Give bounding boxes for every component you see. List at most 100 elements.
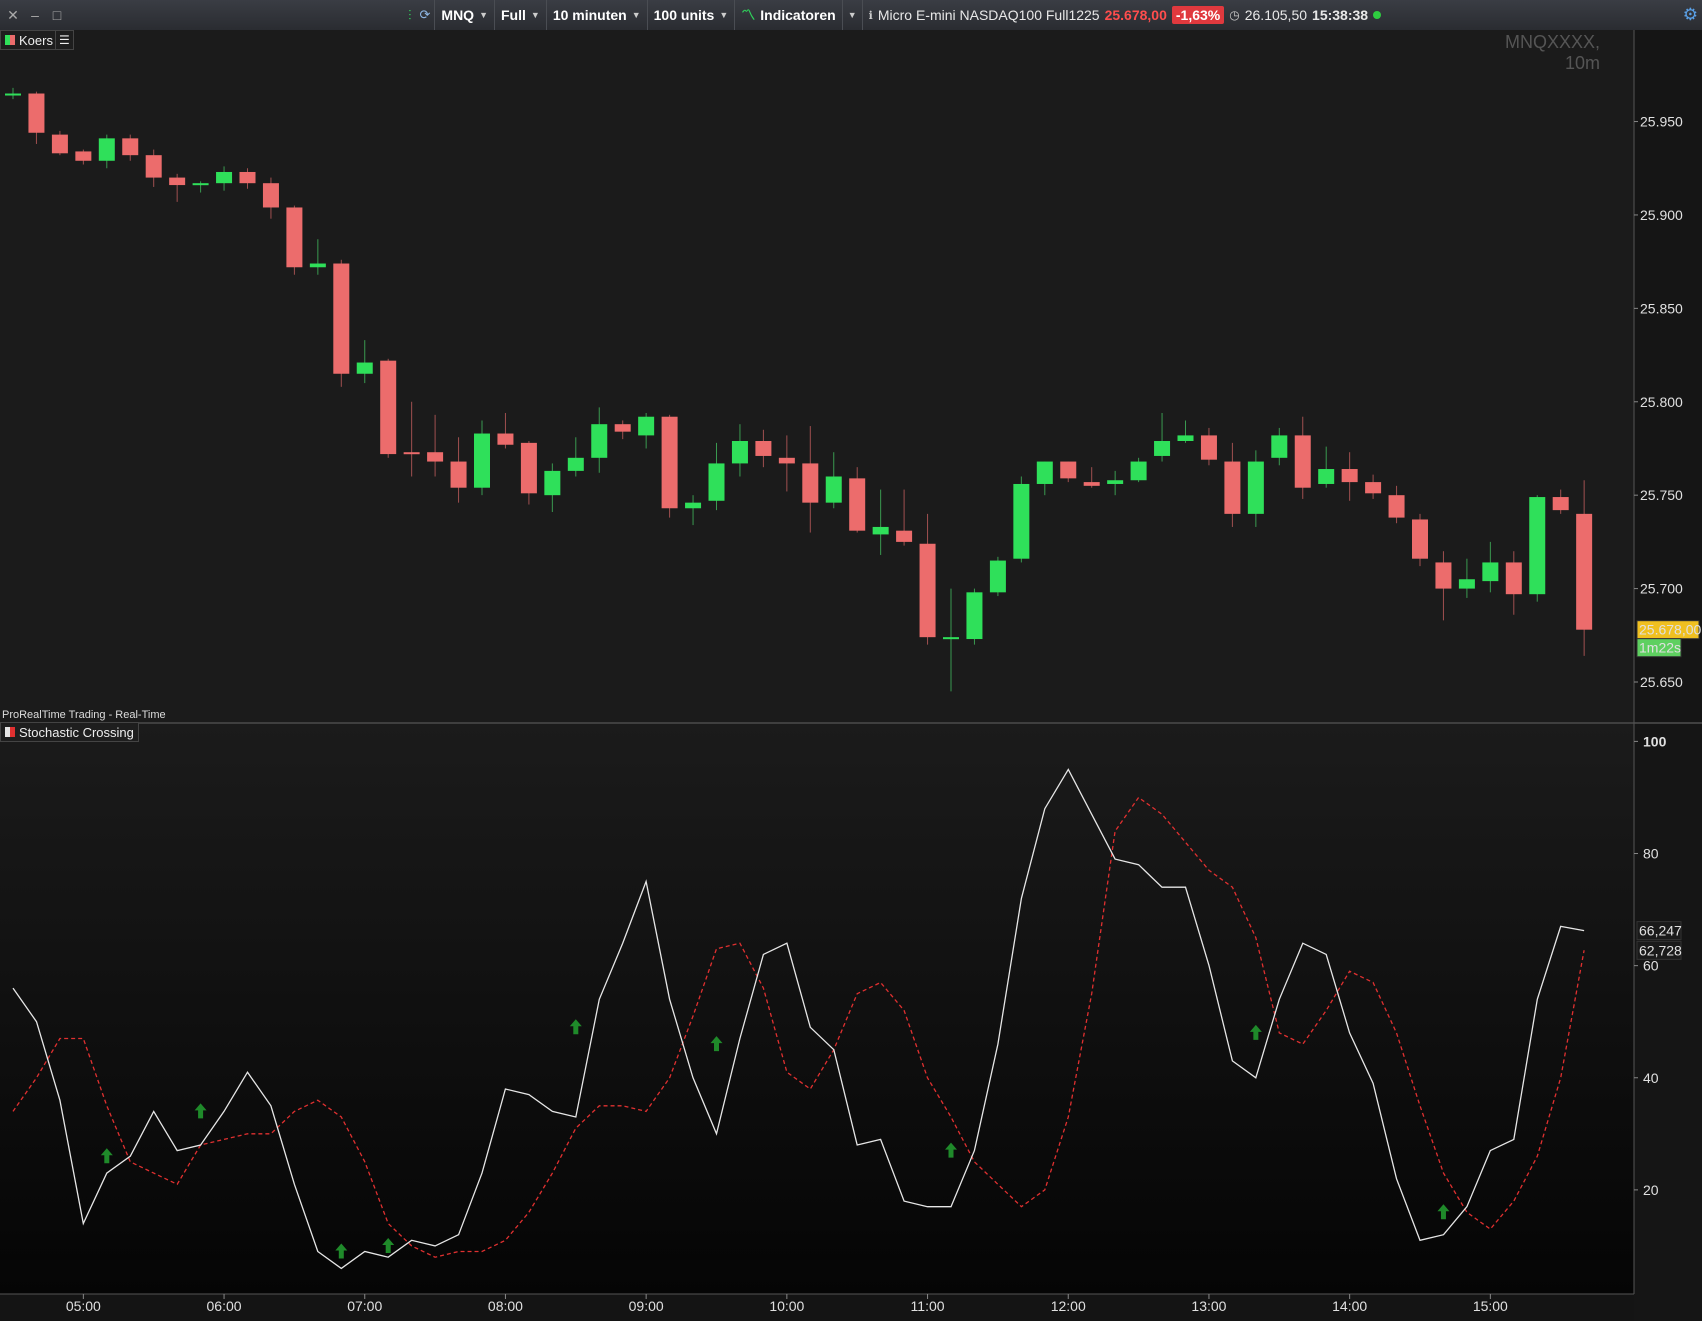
- candle: [1130, 461, 1147, 481]
- candle: [1576, 513, 1593, 630]
- candle: [1388, 495, 1405, 518]
- candle: [1154, 441, 1171, 456]
- candle: [1294, 435, 1311, 488]
- candle: [1482, 562, 1499, 582]
- candle: [755, 441, 772, 456]
- candle: [286, 207, 303, 268]
- candle: [239, 171, 256, 184]
- candle: [333, 263, 350, 374]
- time-axis-label: 09:00: [629, 1298, 664, 1314]
- candle: [380, 360, 397, 455]
- candle: [216, 171, 233, 184]
- candle: [1036, 461, 1053, 484]
- oscillator-pane-label[interactable]: Stochastic Crossing: [0, 722, 139, 742]
- candle: [1200, 435, 1217, 460]
- candle: [825, 476, 842, 503]
- candle: [849, 478, 866, 531]
- oscillator-axis-label: 20: [1643, 1182, 1659, 1198]
- candle: [1271, 435, 1288, 458]
- candle: [169, 177, 186, 186]
- candle: [943, 637, 959, 640]
- candle: [778, 457, 795, 464]
- candle: [403, 452, 420, 455]
- price-axis-label: 25.800: [1640, 394, 1683, 410]
- candle: [427, 452, 444, 462]
- candle: [1318, 469, 1335, 484]
- candle: [1505, 562, 1522, 595]
- candle: [98, 138, 115, 161]
- oscillator-axis-label: 60: [1643, 958, 1659, 974]
- candle: [51, 134, 68, 154]
- candle: [1224, 461, 1241, 514]
- candle: [122, 138, 139, 156]
- price-pane-title: Koers: [19, 32, 53, 48]
- candle: [708, 463, 725, 501]
- symbol-watermark: MNQXXXX, 10m: [1504, 32, 1600, 73]
- candle: [1013, 483, 1030, 559]
- price-axis-label: 25.750: [1640, 487, 1683, 503]
- candle: [1107, 480, 1124, 484]
- candle: [1458, 579, 1475, 589]
- price-axis-label: 25.650: [1640, 674, 1683, 690]
- price-axis-label: 25.900: [1640, 207, 1683, 223]
- oscillator-axis-label: 80: [1643, 846, 1659, 862]
- candle: [919, 543, 936, 638]
- price-axis-label: 25.700: [1640, 581, 1683, 597]
- candle: [1435, 562, 1452, 589]
- candle: [1341, 469, 1358, 483]
- candle: [145, 155, 162, 178]
- candle: [731, 441, 748, 464]
- time-axis-label: 07:00: [347, 1298, 382, 1314]
- time-axis-label: 15:00: [1473, 1298, 1508, 1314]
- time-axis-label: 10:00: [769, 1298, 804, 1314]
- candle: [450, 461, 467, 488]
- price-axis-label: 25.850: [1640, 300, 1683, 316]
- candle: [544, 470, 561, 496]
- candle: [1412, 519, 1428, 559]
- candle: [591, 424, 608, 458]
- list-icon: ☰: [59, 33, 70, 47]
- candle: [1247, 461, 1264, 514]
- price-pane-label[interactable]: Koers: [0, 30, 58, 50]
- candle: [5, 93, 21, 96]
- candle: [262, 183, 279, 208]
- time-axis-label: 12:00: [1051, 1298, 1086, 1314]
- candle: [567, 457, 584, 471]
- candle: [309, 263, 326, 268]
- candle: [896, 530, 913, 542]
- candle: [989, 560, 1006, 593]
- candle: [1552, 497, 1569, 511]
- time-axis-label: 08:00: [488, 1298, 523, 1314]
- d-value-tag: 62,728: [1639, 942, 1682, 958]
- candle: [1529, 497, 1546, 595]
- candle: [497, 433, 514, 445]
- chart-canvas[interactable]: 25.650 25.700 25.750 25.800 25.850 25.900 25.9…: [0, 0, 1702, 1321]
- candle: [661, 416, 678, 509]
- candle: [1083, 482, 1100, 486]
- oscillator-pane-title: Stochastic Crossing: [19, 724, 134, 740]
- price-swatch: [5, 35, 15, 45]
- time-axis-label: 05:00: [66, 1298, 101, 1314]
- k-value-tag: 66,247: [1639, 923, 1682, 939]
- oscillator-axis-label: 100: [1643, 733, 1667, 749]
- last-price-tag: 25.678,00: [1639, 622, 1701, 638]
- countdown-tag: 1m22s: [1639, 640, 1681, 656]
- candle: [1060, 461, 1077, 479]
- candle: [75, 151, 92, 161]
- oscillator-swatch: [5, 727, 15, 737]
- pane-menu-button[interactable]: ☰: [55, 30, 74, 50]
- oscillator-pane-background: [0, 724, 1634, 1294]
- candle: [966, 592, 983, 640]
- candle: [1177, 435, 1194, 442]
- candle: [192, 183, 209, 186]
- time-axis-label: 06:00: [207, 1298, 242, 1314]
- candle: [685, 502, 702, 509]
- price-axis-label: 25.950: [1640, 114, 1683, 130]
- candle: [614, 424, 631, 432]
- candle: [474, 433, 490, 488]
- candle: [802, 463, 819, 503]
- candle: [638, 416, 655, 436]
- oscillator-axis-label: 40: [1643, 1070, 1659, 1086]
- price-pane-background: [0, 30, 1634, 722]
- candle: [356, 362, 373, 374]
